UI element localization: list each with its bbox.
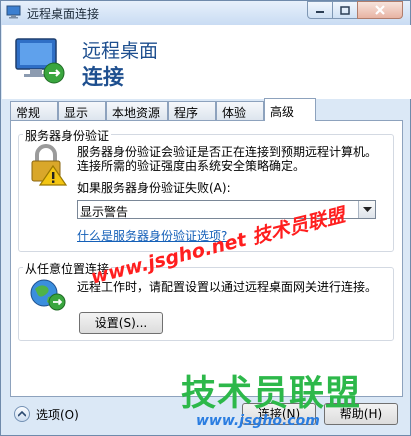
auth-failure-dropdown[interactable]: 显示警告 [77,200,376,219]
server-auth-description-line2: 连接所需的验证强度由系统安全策略确定。 [77,159,306,173]
server-auth-description-line1: 服务器身份验证会验证是否正在连接到预期远程计算机。 [77,145,378,159]
banner-title-line2: 连接 [82,65,124,89]
help-button[interactable]: 帮助(H) [324,403,398,425]
connect-anywhere-description: 远程工作时，请配置设置以通过远程桌面网关进行连接。 [77,280,378,294]
close-icon [375,5,385,15]
auth-failure-label: 如果服务器身份验证失败(A): [77,181,231,195]
connect-button[interactable]: 连接(N) [242,403,316,425]
tab-display[interactable]: 显示 [58,101,106,120]
tab-general[interactable]: 常规 [10,101,58,120]
tab-experience[interactable]: 体验 [216,101,264,120]
connect-anywhere-group [18,267,394,341]
minimize-icon [316,11,324,13]
padlock-warning-icon [31,144,68,186]
chevron-up-icon [18,411,26,417]
maximize-icon [340,5,350,15]
dropdown-arrow[interactable] [358,201,375,218]
remote-desktop-icon [6,5,21,19]
close-button[interactable] [357,1,403,19]
chevron-down-icon [362,206,372,212]
server-auth-group-title: 服务器身份验证 [23,127,112,144]
banner: 远程桌面 连接 [2,25,411,99]
rdp-window: 远程桌面连接 远程桌面 连接 常规 显示 本地资源 程序 体验 高级 服务器身份… [0,0,411,436]
minimize-button[interactable] [307,1,333,19]
tab-local-resources[interactable]: 本地资源 [106,101,168,120]
options-toggle[interactable] [14,406,30,422]
title-bar[interactable]: 远程桌面连接 [1,1,410,25]
connect-anywhere-group-title: 从任意位置连接 [23,260,112,277]
auth-failure-selected-value: 显示警告 [80,205,129,219]
tab-programs[interactable]: 程序 [168,101,216,120]
remote-desktop-banner-icon [15,38,65,84]
tab-advanced[interactable]: 高级 [264,98,316,121]
gateway-settings-button[interactable]: 设置(S)... [79,312,163,334]
options-label[interactable]: 选项(O) [36,406,79,423]
gateway-globe-icon [30,279,66,311]
window-title: 远程桌面连接 [27,7,100,21]
maximize-button[interactable] [332,1,358,19]
banner-title-line1: 远程桌面 [82,40,159,62]
server-auth-help-link[interactable]: 什么是服务器身份验证选项? [77,227,227,244]
